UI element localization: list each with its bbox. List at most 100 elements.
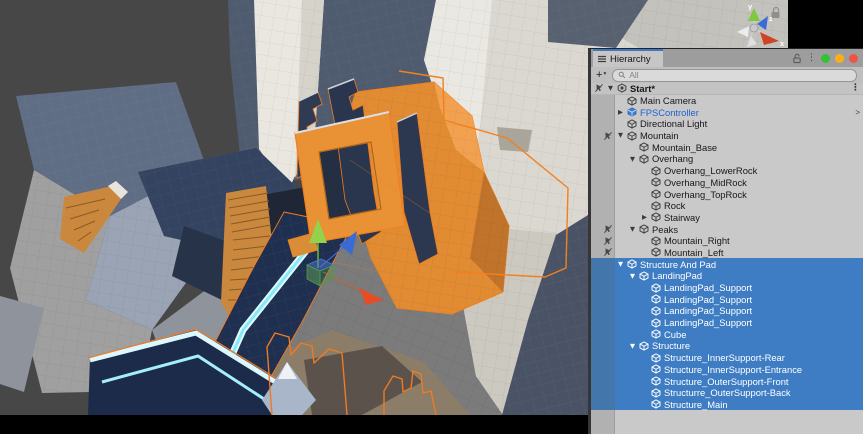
- row-label: Structure_InnerSupport-Entrance: [662, 364, 802, 375]
- indent: [615, 317, 639, 329]
- expand-arrow[interactable]: ▼: [615, 261, 626, 268]
- panel-options-icon[interactable]: ⋮: [807, 54, 816, 63]
- row-gutter: [591, 387, 615, 399]
- row-label: Structure: [650, 340, 690, 351]
- expand-arrow[interactable]: ▼: [615, 132, 626, 139]
- hierarchy-row-main-camera[interactable]: Main Camera: [591, 95, 863, 107]
- hierarchy-row-landingpad-support[interactable]: LandingPad_Support: [591, 305, 863, 317]
- gameobject-cube-icon: [650, 388, 662, 398]
- expand-arrow[interactable]: ▼: [627, 273, 638, 280]
- row-gutter: [591, 200, 615, 212]
- picking-toggle-icon[interactable]: [593, 83, 605, 93]
- expand-arrow[interactable]: ▶: [639, 214, 650, 221]
- hierarchy-row-start[interactable]: ▼Start*⋮: [591, 83, 863, 95]
- row-gutter: [591, 188, 615, 200]
- hierarchy-toolbar: +▾ All: [591, 67, 863, 84]
- row-label: Structure_InnerSupport-Rear: [662, 352, 785, 363]
- gameobject-cube-icon: [650, 177, 662, 187]
- prefab-open-chevron-icon[interactable]: >: [855, 108, 863, 117]
- indent: [615, 200, 639, 212]
- hierarchy-row-landingpad-support[interactable]: LandingPad_Support: [591, 317, 863, 329]
- hierarchy-row-structurre-outersupport-back[interactable]: Structurre_OuterSupport-Back: [591, 387, 863, 399]
- hierarchy-row-landingpad-support[interactable]: LandingPad_Support: [591, 282, 863, 294]
- gameobject-cube-icon: [650, 294, 662, 304]
- row-label: Overhang: [650, 153, 693, 164]
- row-label: FPSController: [638, 107, 699, 118]
- indent: [615, 293, 639, 305]
- indent: [615, 270, 627, 282]
- row-label: Stairway: [662, 212, 700, 223]
- hierarchy-row-overhang-toprock[interactable]: Overhang_TopRock: [591, 188, 863, 200]
- indent: [615, 364, 639, 376]
- expand-arrow[interactable]: ▼: [627, 226, 638, 233]
- row-options-icon[interactable]: ⋮: [851, 84, 863, 93]
- hierarchy-row-structure-innersupport-rear[interactable]: Structure_InnerSupport-Rear: [591, 352, 863, 364]
- row-gutter[interactable]: [591, 247, 615, 259]
- row-gutter: [591, 165, 615, 177]
- window-button-green[interactable]: [821, 54, 830, 63]
- indent: [615, 212, 639, 224]
- row-gutter: [591, 282, 615, 294]
- gameobject-cube-icon: [626, 131, 638, 141]
- gameobject-cube-icon: [638, 154, 650, 164]
- window-button-yellow[interactable]: [835, 54, 844, 63]
- hierarchy-row-structure-outersupport-front[interactable]: Structure_OuterSupport-Front: [591, 375, 863, 387]
- indent: [615, 235, 639, 247]
- hierarchy-row-overhang-midrock[interactable]: Overhang_MidRock: [591, 177, 863, 189]
- indent: [615, 305, 639, 317]
- gameobject-cube-icon: [650, 189, 662, 199]
- expand-arrow[interactable]: ▶: [615, 109, 626, 116]
- hierarchy-row-structure-and-pad[interactable]: ▼Structure And Pad: [591, 258, 863, 270]
- search-value: All: [629, 70, 638, 80]
- hierarchy-row-peaks[interactable]: ▼Peaks: [591, 223, 863, 235]
- row-label: Structurre_OuterSupport-Back: [662, 387, 791, 398]
- hierarchy-row-cube[interactable]: Cube: [591, 328, 863, 340]
- gameobject-cube-icon: [650, 364, 662, 374]
- gameobject-cube-icon: [650, 212, 662, 222]
- gameobject-cube-icon: [650, 329, 662, 339]
- hierarchy-row-directional-light[interactable]: Directional Light: [591, 118, 863, 130]
- row-gutter: [591, 270, 615, 282]
- hierarchy-row-landingpad-support[interactable]: LandingPad_Support: [591, 293, 863, 305]
- hierarchy-row-structure[interactable]: ▼ Structure: [591, 340, 863, 352]
- row-label: Mountain_Right: [662, 235, 730, 246]
- expand-arrow[interactable]: ▼: [627, 156, 638, 163]
- row-gutter[interactable]: [591, 235, 615, 247]
- hierarchy-row-rock[interactable]: Rock: [591, 200, 863, 212]
- hierarchy-row-landingpad[interactable]: ▼LandingPad: [591, 270, 863, 282]
- row-gutter[interactable]: [591, 223, 615, 235]
- hierarchy-row-fpscontroller[interactable]: ▶ FPSController >: [591, 106, 863, 118]
- row-label: LandingPad_Support: [662, 305, 752, 316]
- create-object-button[interactable]: +▾: [596, 70, 606, 81]
- hierarchy-row-structure-innersupport-entrance[interactable]: Structure_InnerSupport-Entrance: [591, 364, 863, 376]
- row-label: Structure_Main: [662, 399, 728, 410]
- gameobject-cube-icon: [650, 166, 662, 176]
- hierarchy-row-overhang-lowerrock[interactable]: Overhang_LowerRock: [591, 165, 863, 177]
- hierarchy-row-mountain-right[interactable]: Mountain_Right: [591, 235, 863, 247]
- hierarchy-row-mountain-base[interactable]: Mountain_Base: [591, 141, 863, 153]
- row-gutter[interactable]: [591, 130, 615, 142]
- row-gutter: [591, 340, 615, 352]
- gameobject-cube-icon: [650, 283, 662, 293]
- row-gutter: [591, 375, 615, 387]
- gameobject-cube-icon: [650, 236, 662, 246]
- lock-icon[interactable]: [792, 53, 802, 64]
- search-input[interactable]: All: [612, 69, 857, 82]
- row-label: Overhang_LowerRock: [662, 165, 757, 176]
- hierarchy-row-overhang[interactable]: ▼ Overhang: [591, 153, 863, 165]
- indent: [615, 399, 639, 411]
- hierarchy-row-mountain[interactable]: ▼Mountain: [591, 130, 863, 142]
- gameobject-cube-icon: [638, 224, 650, 234]
- unity-scene-icon: [616, 83, 628, 93]
- hierarchy-row-stairway[interactable]: ▶ Stairway: [591, 212, 863, 224]
- row-gutter: [591, 153, 615, 165]
- window-button-red[interactable]: [849, 54, 858, 63]
- row-gutter: [591, 177, 615, 189]
- hierarchy-row-mountain-left[interactable]: Mountain_Left: [591, 247, 863, 259]
- expand-arrow[interactable]: ▼: [627, 343, 638, 350]
- gameobject-cube-icon: [650, 376, 662, 386]
- row-label: Overhang_MidRock: [662, 177, 747, 188]
- tab-hierarchy[interactable]: Hierarchy: [593, 49, 663, 67]
- expand-arrow[interactable]: ▼: [605, 85, 616, 92]
- hierarchy-row-structure-main[interactable]: Structure_Main: [591, 399, 863, 411]
